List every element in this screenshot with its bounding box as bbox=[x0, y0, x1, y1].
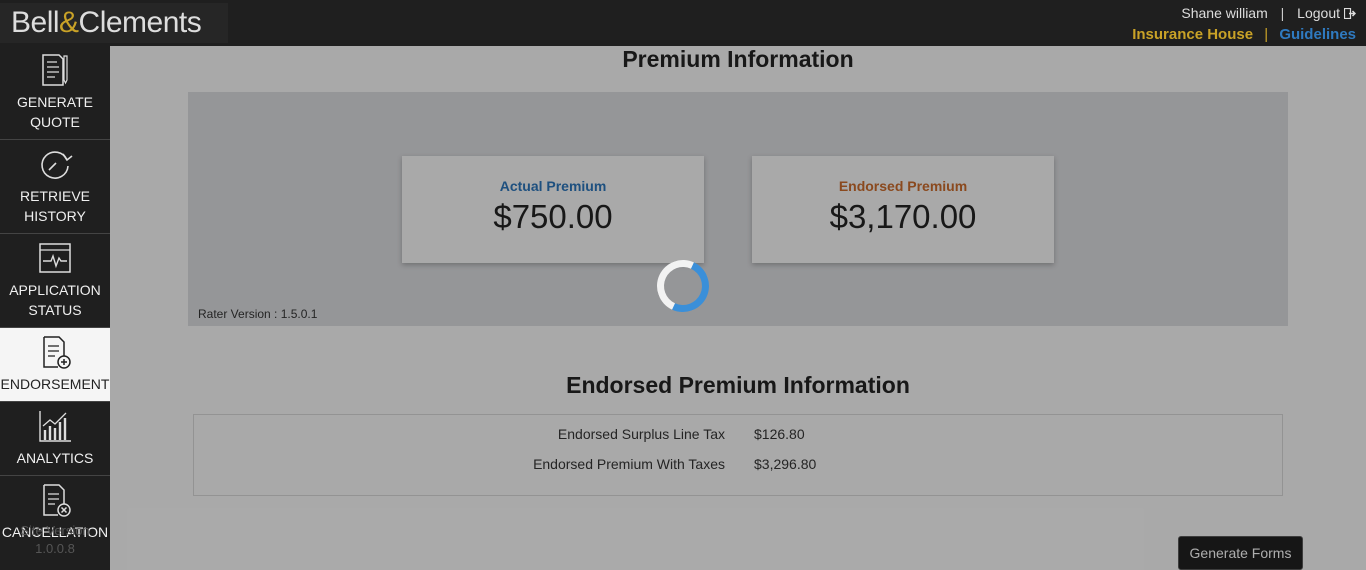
user-name: Shane william bbox=[1181, 5, 1268, 21]
company-link[interactable]: Insurance House bbox=[1132, 26, 1253, 43]
quote-document-icon bbox=[42, 54, 68, 86]
logout-link[interactable]: Logout bbox=[1297, 5, 1356, 21]
site-version: Site Version 1.0.0.8 bbox=[0, 522, 110, 558]
sidebar-item-label: STATUS bbox=[28, 302, 82, 318]
sidebar-item-label: RETRIEVE bbox=[19, 188, 90, 204]
brand-logo[interactable]: Bell&Clements bbox=[0, 3, 228, 43]
sidebar-item-label: QUOTE bbox=[30, 114, 80, 130]
sidebar-item-endorsement[interactable]: ENDORSEMENT bbox=[0, 328, 110, 402]
guidelines-link[interactable]: Guidelines bbox=[1279, 26, 1356, 43]
sidebar-item-generate-quote[interactable]: GENERATE QUOTE bbox=[0, 46, 110, 140]
endorsement-add-icon bbox=[43, 336, 71, 369]
separator: | bbox=[1280, 5, 1285, 21]
sidebar-item-label: ENDORSEMENT bbox=[0, 376, 110, 392]
analytics-chart-icon bbox=[39, 411, 71, 442]
sidebar-item-label: GENERATE bbox=[17, 94, 93, 110]
sidebar-item-analytics[interactable]: ANALYTICS bbox=[0, 402, 110, 476]
status-pulse-icon bbox=[39, 243, 71, 273]
loading-overlay bbox=[110, 46, 1366, 570]
logout-icon bbox=[1344, 8, 1356, 19]
sidebar: GENERATE QUOTE RETRIEVE HISTORY APPLICAT… bbox=[0, 46, 110, 570]
site-version-number: 1.0.0.8 bbox=[35, 541, 75, 556]
top-bar: Bell&Clements Shane william | Logout Ins… bbox=[0, 0, 1366, 46]
sidebar-item-label: APPLICATION bbox=[9, 282, 101, 298]
sidebar-item-application-status[interactable]: APPLICATION STATUS bbox=[0, 234, 110, 328]
cancellation-document-icon bbox=[43, 484, 71, 517]
site-version-label: Site Version bbox=[20, 523, 90, 538]
sidebar-item-retrieve-history[interactable]: RETRIEVE HISTORY bbox=[0, 140, 110, 234]
sidebar-item-label: ANALYTICS bbox=[16, 450, 94, 466]
sidebar-item-label: HISTORY bbox=[24, 208, 86, 224]
history-icon bbox=[41, 151, 73, 179]
user-area: Shane william | Logout Insurance House |… bbox=[1132, 5, 1356, 43]
separator: | bbox=[1264, 26, 1269, 43]
